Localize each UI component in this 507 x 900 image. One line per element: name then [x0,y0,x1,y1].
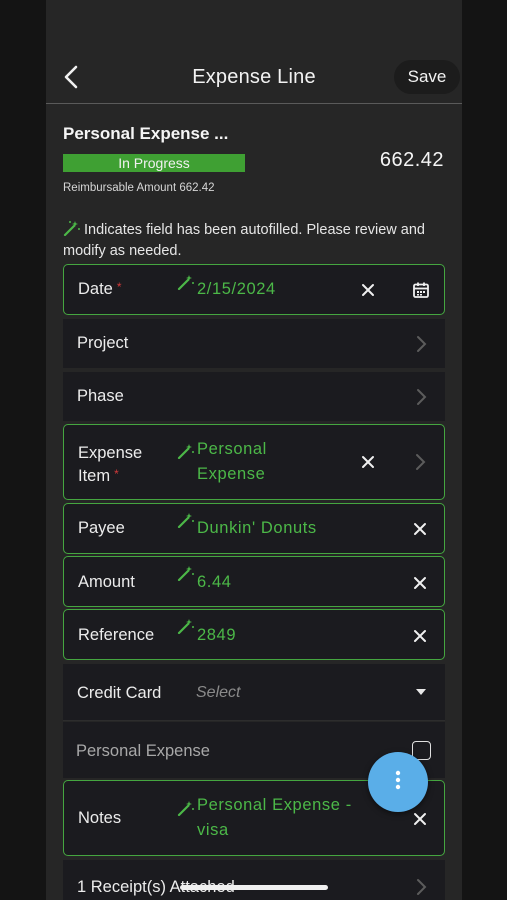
home-indicator [180,885,328,890]
magic-wand-icon [177,274,195,291]
payee-value: Dunkin' Donuts [197,519,317,537]
autofill-notice-text: Indicates field has been autofilled. Ple… [63,222,425,259]
status-badge: In Progress [63,154,245,172]
dropdown-caret-icon[interactable] [415,685,427,697]
date-label: Date * [78,280,122,298]
magic-wand-icon [177,443,195,460]
chevron-right-icon [415,388,427,406]
notes-label: Notes [78,809,122,827]
close-icon[interactable] [360,282,376,298]
phase-field[interactable]: Phase [63,372,445,421]
expense-item-field[interactable]: Expense Item * Personal Expense [63,424,445,500]
magic-wand-icon [177,800,195,817]
payee-field[interactable]: Payee Dunkin' Donuts [63,503,445,554]
expense-item-value: Personal Expense [197,440,267,483]
notes-value: Personal Expense - visa [197,796,352,839]
magic-wand-icon [63,220,81,237]
close-icon[interactable] [412,628,428,644]
amount-label: Amount [78,573,135,591]
date-value: 2/15/2024 [197,280,276,298]
credit-card-label: Credit Card [77,684,162,702]
date-field[interactable]: Date * 2/15/2024 [63,264,445,315]
project-field[interactable]: Project [63,319,445,368]
calendar-icon[interactable] [412,281,430,299]
magic-wand-icon [177,512,195,529]
magic-wand-icon [177,565,195,582]
chevron-right-icon [414,453,426,471]
reference-value: 2849 [197,626,237,644]
project-label: Project [77,334,129,352]
magic-wand-icon [177,618,195,635]
credit-card-select[interactable]: Select [196,684,240,702]
close-icon[interactable] [412,811,428,827]
more-actions-button[interactable] [368,752,428,812]
nav-header: Expense Line Save [46,52,462,104]
close-icon[interactable] [412,575,428,591]
reimbursable-amount: Reimbursable Amount 662.42 [63,182,215,194]
amount-field[interactable]: Amount 6.44 [63,556,445,607]
amount-value: 6.44 [197,573,232,591]
total-amount: 662.42 [379,149,444,171]
chevron-right-icon [415,335,427,353]
reference-label: Reference [78,626,155,644]
phase-label: Phase [77,387,124,405]
expense-report-title: Personal Expense ... [63,124,229,143]
credit-card-field[interactable]: Credit Card Select [63,664,445,721]
app-screen: Expense Line Save Personal Expense ... I… [46,0,462,900]
right-letterbox [462,0,507,900]
save-button[interactable]: Save [394,60,460,94]
payee-label: Payee [78,519,125,537]
left-letterbox [0,0,46,900]
autofill-notice: Indicates field has been autofilled. Ple… [63,220,448,262]
reference-field[interactable]: Reference 2849 [63,609,445,660]
chevron-right-icon [415,878,427,896]
close-icon[interactable] [360,454,376,470]
expense-item-label: Expense Item * [78,444,143,485]
more-vertical-icon [395,770,401,795]
close-icon[interactable] [412,521,428,537]
personal-expense-label: Personal Expense [76,742,210,760]
receipts-field[interactable]: 1 Receipt(s) Attached [63,860,445,900]
